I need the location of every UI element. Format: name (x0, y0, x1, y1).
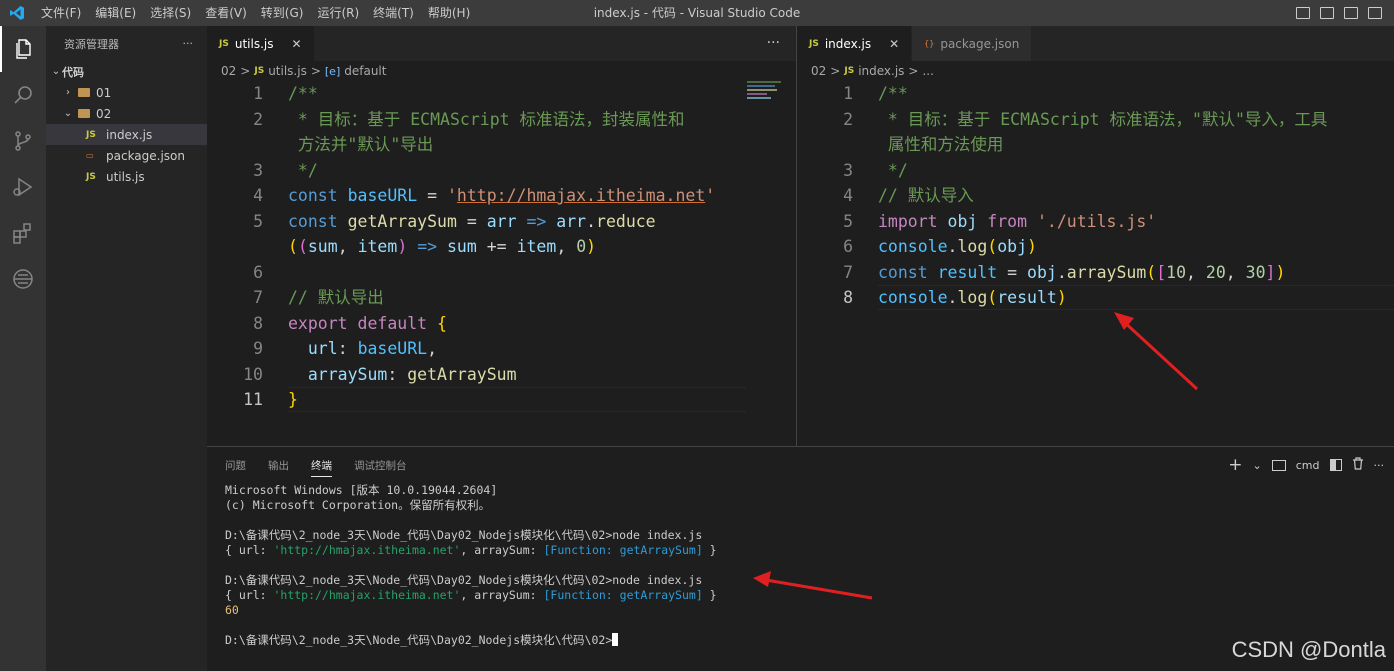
watermark: CSDN @Dontla (1231, 637, 1386, 662)
annotation-arrows (753, 312, 1199, 600)
annotation-arrow-terminal (753, 571, 873, 600)
annotation-arrow-editor (1114, 312, 1199, 391)
